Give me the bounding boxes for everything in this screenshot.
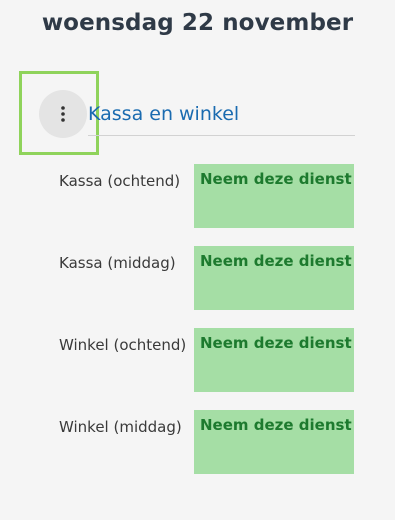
shift-row-winkel-middag: Winkel (middag) Neem deze dienst bbox=[0, 410, 395, 476]
take-shift-button[interactable]: Neem deze dienst bbox=[194, 246, 354, 310]
section-divider bbox=[88, 135, 355, 136]
shift-label: Kassa (middag) bbox=[59, 254, 176, 272]
more-vertical-icon bbox=[61, 106, 65, 122]
take-shift-button[interactable]: Neem deze dienst bbox=[194, 410, 354, 474]
take-shift-button[interactable]: Neem deze dienst bbox=[194, 164, 354, 228]
shift-label: Kassa (ochtend) bbox=[59, 172, 181, 190]
section-title-link[interactable]: Kassa en winkel bbox=[88, 103, 239, 125]
shift-row-kassa-middag: Kassa (middag) Neem deze dienst bbox=[0, 246, 395, 312]
take-shift-button[interactable]: Neem deze dienst bbox=[194, 328, 354, 392]
shift-label: Winkel (middag) bbox=[59, 418, 182, 436]
shift-row-kassa-ochtend: Kassa (ochtend) Neem deze dienst bbox=[0, 164, 395, 230]
section-menu-button[interactable] bbox=[39, 90, 87, 138]
day-heading: woensdag 22 november bbox=[41, 10, 354, 36]
shift-label: Winkel (ochtend) bbox=[59, 336, 187, 354]
shift-row-winkel-ochtend: Winkel (ochtend) Neem deze dienst bbox=[0, 328, 395, 394]
